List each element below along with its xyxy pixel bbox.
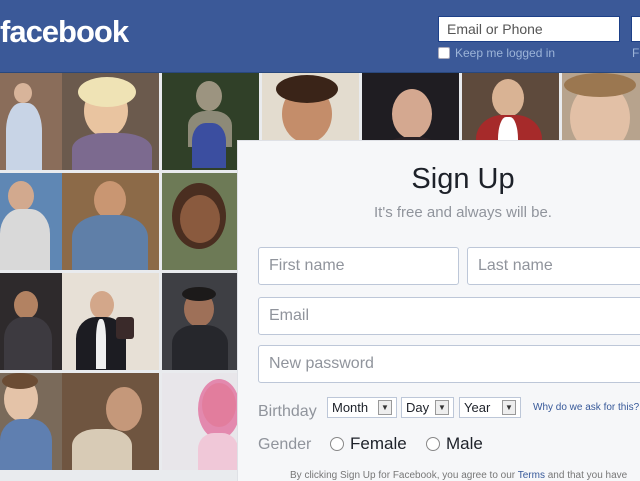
birthday-label: Birthday <box>258 403 317 420</box>
female-radio[interactable] <box>330 437 344 451</box>
male-label[interactable]: Male <box>446 434 483 454</box>
signup-panel: Sign Up It's free and always will be. Fi… <box>237 140 640 481</box>
dropdown-arrow-icon: ▼ <box>378 400 392 415</box>
dropdown-arrow-icon: ▼ <box>435 400 449 415</box>
keep-logged-in-label: Keep me logged in <box>455 46 556 60</box>
why-birthday-link[interactable]: Why do we ask for this? <box>533 402 639 413</box>
signup-subtitle: It's free and always will be. <box>374 204 552 221</box>
last-name-input[interactable]: Last name <box>467 247 640 285</box>
month-select-value: Month <box>332 400 369 415</box>
user-photo <box>0 73 62 170</box>
user-photo <box>62 73 159 170</box>
user-photo <box>62 173 159 270</box>
first-name-input[interactable]: First name <box>258 247 459 285</box>
login-email-input[interactable]: Email or Phone <box>438 16 620 42</box>
keep-logged-in-row[interactable]: Keep me logged in <box>438 46 555 60</box>
top-bar: facebook Email or Phone Keep me logged i… <box>0 0 640 73</box>
day-select-value: Day <box>406 400 430 415</box>
terms-link[interactable]: Terms <box>518 470 545 481</box>
male-radio[interactable] <box>426 437 440 451</box>
day-select[interactable]: Day ▼ <box>401 397 454 418</box>
female-label[interactable]: Female <box>350 434 407 454</box>
login-password-input[interactable] <box>631 16 640 42</box>
user-photo <box>0 173 62 270</box>
dropdown-arrow-icon: ▼ <box>502 400 516 415</box>
terms-text: By clicking Sign Up for Facebook, you ag… <box>290 470 627 481</box>
gender-label: Gender <box>258 436 312 453</box>
forgot-account-link[interactable]: F <box>632 46 639 60</box>
signup-title: Sign Up <box>411 163 515 195</box>
user-photo <box>62 373 159 470</box>
facebook-logo[interactable]: facebook <box>0 14 129 50</box>
user-photo <box>162 173 237 270</box>
user-photo <box>0 273 62 370</box>
keep-logged-in-checkbox[interactable] <box>438 47 450 59</box>
month-select[interactable]: Month ▼ <box>327 397 397 418</box>
user-photo <box>162 273 237 370</box>
terms-suffix: and that you have <box>544 470 628 481</box>
user-photo <box>162 373 237 470</box>
user-photo <box>62 273 159 370</box>
new-password-input[interactable]: New password <box>258 345 640 383</box>
year-select[interactable]: Year ▼ <box>459 397 521 418</box>
user-photo <box>0 373 62 470</box>
year-select-value: Year <box>464 400 491 415</box>
email-input[interactable]: Email <box>258 297 640 335</box>
terms-prefix: By clicking Sign Up for Facebook, you ag… <box>290 470 518 481</box>
